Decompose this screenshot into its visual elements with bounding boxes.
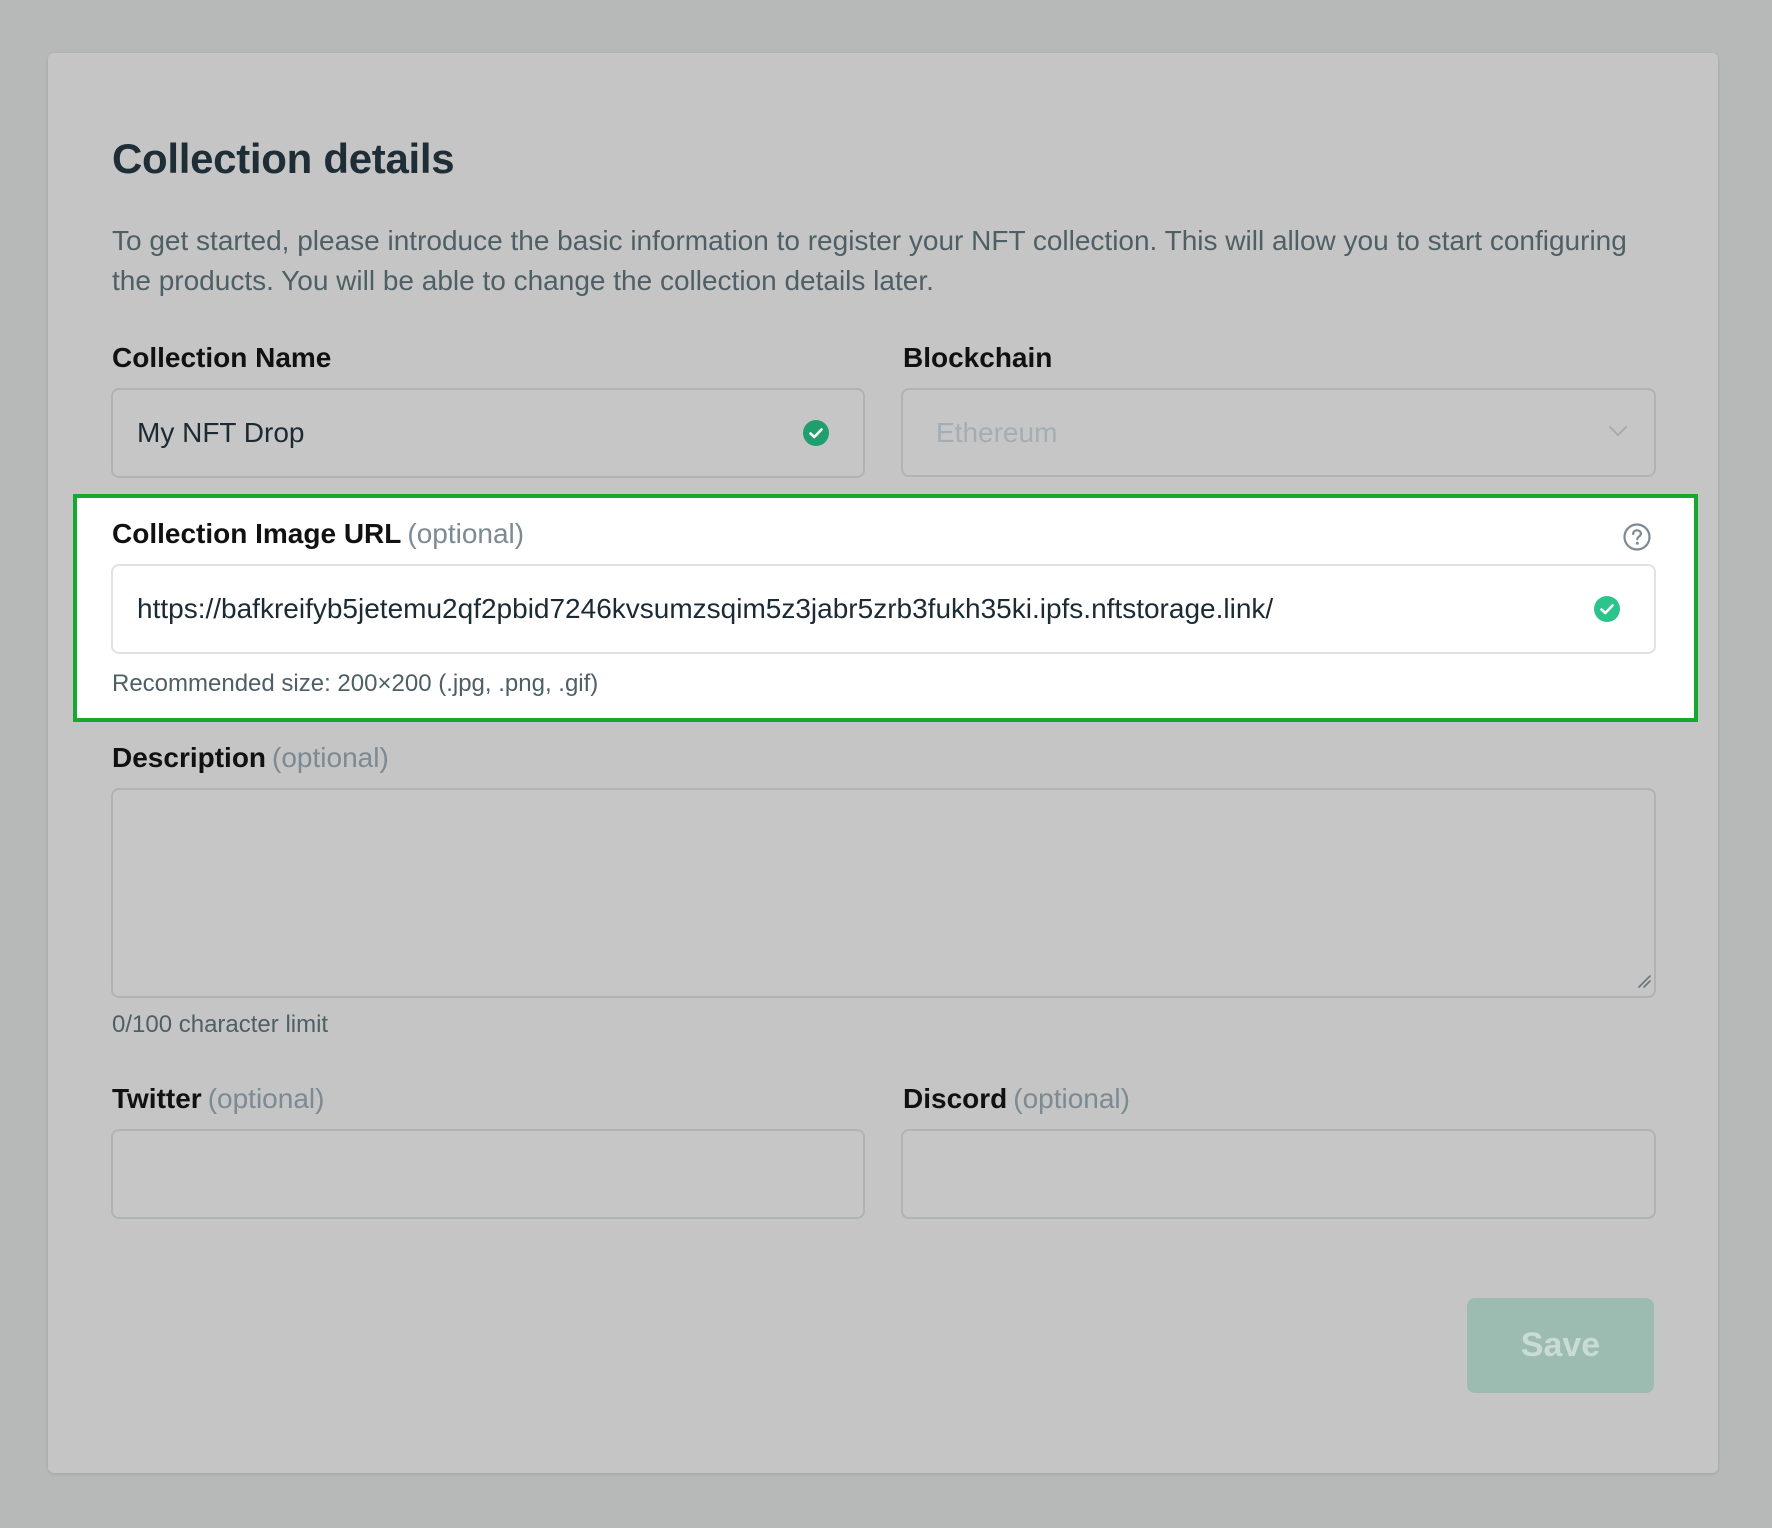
question-circle-icon[interactable] bbox=[1622, 522, 1652, 557]
discord-label-text: Discord bbox=[903, 1083, 1008, 1114]
discord-optional: (optional) bbox=[1013, 1083, 1130, 1114]
discord-label: Discord (optional) bbox=[903, 1083, 1130, 1115]
check-circle-icon bbox=[803, 420, 829, 446]
collection-name-label: Collection Name bbox=[112, 342, 331, 374]
twitter-input[interactable] bbox=[111, 1129, 865, 1219]
image-url-hint: Recommended size: 200×200 (.jpg, .png, .… bbox=[112, 670, 599, 697]
description-optional: (optional) bbox=[272, 742, 389, 773]
save-button[interactable]: Save bbox=[1467, 1298, 1654, 1393]
discord-input[interactable] bbox=[901, 1129, 1656, 1219]
collection-name-label-text: Collection Name bbox=[112, 342, 332, 373]
description-textarea[interactable] bbox=[111, 788, 1656, 998]
resize-grip-icon[interactable] bbox=[1635, 972, 1651, 993]
description-counter: 0/100 character limit bbox=[112, 1011, 329, 1038]
image-url-label-text: Collection Image URL bbox=[112, 518, 402, 549]
image-url-label: Collection Image URL (optional) bbox=[112, 518, 524, 550]
blockchain-label: Blockchain bbox=[903, 342, 1052, 374]
blockchain-label-text: Blockchain bbox=[903, 342, 1053, 373]
page-title: Collection details bbox=[112, 135, 455, 182]
image-url-value: https://bafkreifyb5jetemu2qf2pbid7246kvs… bbox=[137, 593, 1274, 624]
blockchain-select[interactable]: Ethereum bbox=[901, 388, 1656, 477]
image-url-input[interactable]: https://bafkreifyb5jetemu2qf2pbid7246kvs… bbox=[111, 564, 1656, 654]
twitter-optional: (optional) bbox=[207, 1083, 325, 1114]
description-label: Description (optional) bbox=[112, 742, 389, 774]
check-circle-icon bbox=[1594, 596, 1620, 622]
twitter-label: Twitter (optional) bbox=[112, 1083, 324, 1115]
intro-text: To get started, please introduce the bas… bbox=[112, 225, 1627, 296]
blockchain-selected-value: Ethereum bbox=[936, 416, 1058, 448]
collection-name-value: My NFT Drop bbox=[137, 417, 305, 448]
chevron-down-icon bbox=[1608, 424, 1628, 442]
description-label-text: Description bbox=[112, 742, 267, 773]
collection-name-input[interactable]: My NFT Drop bbox=[111, 388, 865, 478]
twitter-label-text: Twitter bbox=[112, 1083, 202, 1114]
image-url-optional: (optional) bbox=[407, 518, 525, 549]
